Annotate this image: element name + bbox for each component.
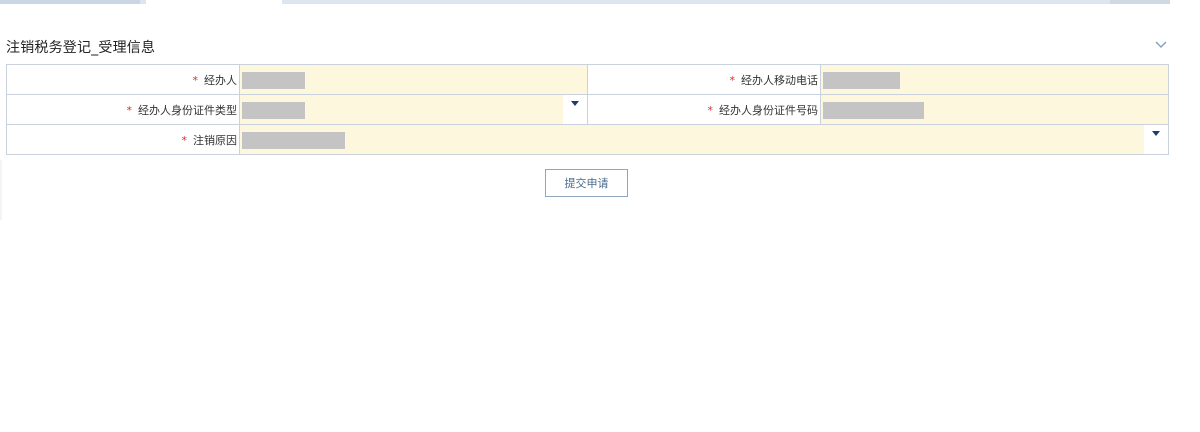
tab-strip-segment (146, 0, 282, 4)
form-row: * 经办人 * 经办人移动电话 (6, 64, 1169, 95)
side-divider (0, 160, 2, 220)
cancel-reason-select[interactable] (239, 124, 1169, 155)
dropdown-arrow-icon (1152, 131, 1160, 136)
required-mark: * (181, 133, 188, 147)
required-mark: * (729, 73, 736, 87)
masked-value (823, 72, 900, 89)
agent-id-number-label-text: 经办人身份证件号码 (719, 103, 818, 117)
tab-strip-segment (0, 0, 140, 4)
cancel-reason-label: * 注销原因 (6, 124, 240, 155)
section-title: 注销税务登记_受理信息 (6, 40, 156, 56)
agent-id-type-label-text: 经办人身份证件类型 (138, 103, 237, 117)
cancel-reason-dropdown-button[interactable] (1144, 125, 1168, 154)
agent-id-number-input[interactable] (820, 94, 1169, 125)
agent-name-label-text: 经办人 (204, 73, 237, 87)
agent-id-type-select[interactable] (239, 94, 588, 125)
agent-id-type-label: * 经办人身份证件类型 (6, 94, 240, 125)
masked-value (242, 102, 305, 119)
form-row: * 经办人身份证件类型 * 经办人身份证件号码 (6, 94, 1169, 125)
agent-id-type-dropdown-button[interactable] (563, 95, 587, 124)
agent-mobile-input[interactable] (820, 64, 1169, 95)
agent-mobile-label: * 经办人移动电话 (587, 64, 821, 95)
agent-name-input[interactable] (239, 64, 588, 95)
agent-id-number-label: * 经办人身份证件号码 (587, 94, 821, 125)
top-tab-strip (0, 0, 1170, 4)
agent-mobile-label-text: 经办人移动电话 (741, 73, 818, 87)
required-mark: * (126, 103, 133, 117)
masked-value (242, 132, 345, 149)
collapse-toggle[interactable] (1152, 36, 1170, 54)
masked-value (823, 102, 924, 119)
dropdown-arrow-icon (571, 101, 579, 106)
form-row: * 注销原因 (6, 124, 1169, 155)
masked-value (242, 72, 305, 89)
submit-application-button[interactable]: 提交申请 (545, 169, 628, 197)
chevron-down-icon (1155, 41, 1167, 49)
agent-name-label: * 经办人 (6, 64, 240, 95)
required-mark: * (192, 73, 199, 87)
required-mark: * (707, 103, 714, 117)
acceptance-info-form: * 经办人 * 经办人移动电话 * 经办人身份证件类型 * 经办人身份证件号码 (6, 64, 1169, 155)
tab-strip-segment (1110, 0, 1170, 4)
cancel-reason-label-text: 注销原因 (193, 133, 237, 147)
